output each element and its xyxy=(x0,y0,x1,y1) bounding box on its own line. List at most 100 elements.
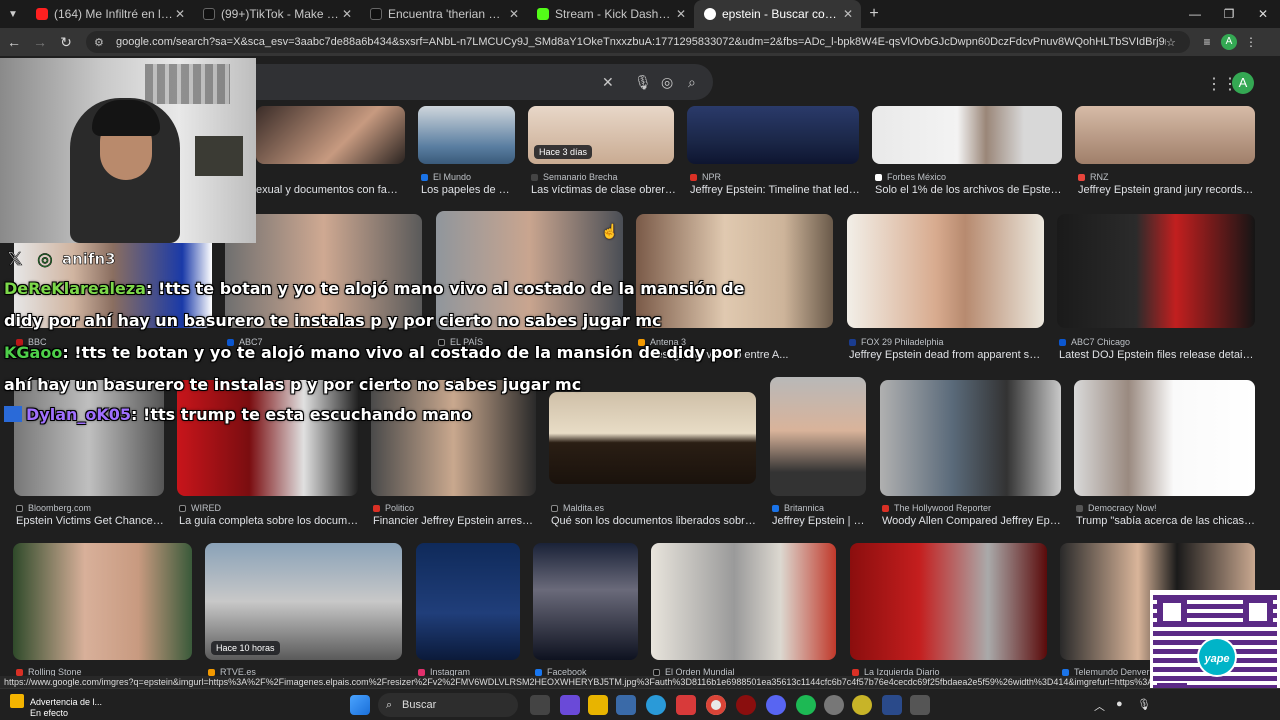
result-source: Britannica xyxy=(772,503,824,513)
image-result[interactable] xyxy=(533,543,638,660)
result-title[interactable]: Jeffrey Epstein | D... xyxy=(772,515,867,527)
result-source: NPR xyxy=(690,172,721,182)
restore-icon[interactable]: ❐ xyxy=(1212,7,1246,21)
image-result[interactable] xyxy=(13,543,192,660)
image-result[interactable] xyxy=(549,392,756,484)
image-result[interactable] xyxy=(1057,214,1255,328)
result-title[interactable]: Financier Jeffrey Epstein arrested ... xyxy=(373,515,536,527)
result-source: El Orden Mundial xyxy=(653,667,735,676)
chrome-icon[interactable] xyxy=(706,695,726,715)
image-result[interactable] xyxy=(847,214,1044,328)
reading-list-icon[interactable]: ≡ xyxy=(1196,35,1218,49)
url-text[interactable]: google.com/search?sa=X&sca_esv=3aabc7de8… xyxy=(116,36,1166,48)
microphone-icon[interactable]: 🎙 xyxy=(1137,698,1151,711)
back-icon[interactable]: ← xyxy=(2,34,26,50)
image-result[interactable] xyxy=(880,380,1061,496)
file-explorer-icon[interactable] xyxy=(588,695,608,715)
result-title[interactable]: Latest DOJ Epstein files release details… xyxy=(1059,349,1255,361)
wall-photos xyxy=(145,64,230,104)
reload-icon[interactable]: ↻ xyxy=(54,34,78,51)
address-bar[interactable]: ⚙ google.com/search?sa=X&sca_esv=3aabc7d… xyxy=(86,31,1190,53)
start-windows-icon[interactable] xyxy=(350,695,370,715)
taskbar-search[interactable]: ⌕ Buscar xyxy=(378,693,518,717)
image-result[interactable] xyxy=(1074,380,1255,496)
tab-kick[interactable]: Stream - Kick Dashboard ✕ xyxy=(527,0,694,28)
new-tab-button[interactable]: + xyxy=(861,5,887,23)
forward-icon[interactable]: → xyxy=(28,34,52,50)
image-result[interactable] xyxy=(256,106,405,164)
result-title[interactable]: Epstein Victims Get Chance to ... xyxy=(16,515,164,527)
obs-icon[interactable] xyxy=(824,695,844,715)
clear-icon[interactable]: ✕ xyxy=(602,74,614,91)
tab-strip: ▼ (164) Me Infiltré en la Comunid ✕ (99+… xyxy=(0,0,1280,28)
result-title[interactable]: Solo el 1% de los archivos de Epstein se… xyxy=(875,184,1063,196)
result-title[interactable]: Woody Allen Compared Jeffrey Epstei... xyxy=(882,515,1062,527)
profile-avatar[interactable]: A xyxy=(1221,34,1237,50)
result-title[interactable]: Jeffrey Epstein grand jury records to r.… xyxy=(1078,184,1256,196)
store-icon[interactable] xyxy=(616,695,636,715)
time-badge: Hace 3 días xyxy=(534,145,593,159)
result-title[interactable]: Jeffrey Epstein dead from apparent suici… xyxy=(849,349,1045,361)
app-icon[interactable] xyxy=(882,695,902,715)
tray-chevron-icon[interactable]: ︿ xyxy=(1094,698,1105,714)
tab-tiktok[interactable]: (99+)TikTok - Make Your Day ✕ xyxy=(193,0,360,28)
result-title[interactable]: Jeffrey Epstein: Timeline that led to ..… xyxy=(690,184,860,196)
close-tab-icon[interactable]: ✕ xyxy=(841,7,855,21)
app-icon[interactable] xyxy=(676,695,696,715)
close-tab-icon[interactable]: ✕ xyxy=(674,7,688,21)
result-title[interactable]: exual y documentos con famos... xyxy=(256,184,406,196)
result-title[interactable]: Trump "sabía acerca de las chicas": cr..… xyxy=(1076,515,1256,527)
microphone-icon[interactable]: 🎙 xyxy=(634,74,652,91)
image-result[interactable] xyxy=(418,106,515,164)
result-title[interactable]: La guía completa sobre los documento... xyxy=(179,515,359,527)
tab-youtube[interactable]: (164) Me Infiltré en la Comunid ✕ xyxy=(26,0,193,28)
copilot-icon[interactable] xyxy=(560,695,580,715)
warning-icon xyxy=(10,694,24,708)
result-title[interactable]: Qué son los documentos liberados sobre J… xyxy=(551,515,757,527)
site-info-icon[interactable]: ⚙ xyxy=(94,36,110,49)
bookmark-star-icon[interactable]: ☆ xyxy=(1166,36,1182,49)
close-tab-icon[interactable]: ✕ xyxy=(340,7,354,21)
tab-google[interactable]: epstein - Buscar con Google ✕ xyxy=(694,0,861,28)
tray-app-icon[interactable]: ● xyxy=(1116,698,1123,710)
close-window-icon[interactable]: ✕ xyxy=(1246,7,1280,21)
browser-toolbar: ← → ↻ ⚙ google.com/search?sa=X&sca_esv=3… xyxy=(0,28,1280,56)
image-result[interactable] xyxy=(416,543,520,660)
result-source: RTVE.es xyxy=(208,667,256,676)
image-result[interactable] xyxy=(651,543,836,660)
image-result[interactable] xyxy=(872,106,1062,164)
search-icon[interactable]: ⌕ xyxy=(688,74,696,91)
minimize-icon[interactable]: — xyxy=(1178,7,1212,21)
discord-icon[interactable] xyxy=(766,695,786,715)
app-icon[interactable] xyxy=(736,695,756,715)
task-view-icon[interactable] xyxy=(530,695,550,715)
image-result[interactable] xyxy=(1075,106,1255,164)
time-badge: Hace 10 horas xyxy=(211,641,280,655)
image-result[interactable]: Hace 3 días xyxy=(528,106,674,164)
image-result[interactable] xyxy=(770,377,866,496)
settings-icon[interactable] xyxy=(910,695,930,715)
image-result[interactable] xyxy=(850,543,1047,660)
youtube-icon xyxy=(36,8,48,20)
result-title[interactable]: Las víctimas de clase obrera d... xyxy=(531,184,676,196)
mouse-cursor-icon: ☝ xyxy=(601,223,619,239)
tab-tiktok-search[interactable]: Encuentra 'therian en lima' en T ✕ xyxy=(360,0,527,28)
edge-icon[interactable] xyxy=(646,695,666,715)
result-title[interactable]: Los papeles de Ep... xyxy=(421,184,516,196)
spotify-icon[interactable] xyxy=(796,695,816,715)
menu-kebab-icon[interactable]: ⋮ xyxy=(1240,35,1262,49)
tiktok-icon xyxy=(203,8,215,20)
close-tab-icon[interactable]: ✕ xyxy=(173,7,187,21)
image-result[interactable] xyxy=(687,106,859,164)
app-icon[interactable] xyxy=(852,695,872,715)
shelf xyxy=(195,136,243,176)
result-source: WIRED xyxy=(179,503,221,513)
account-avatar[interactable]: A xyxy=(1232,72,1254,94)
image-result[interactable]: Hace 10 horas xyxy=(205,543,402,660)
tab-search-icon[interactable]: ▼ xyxy=(0,9,26,20)
kick-icon xyxy=(537,8,549,20)
weather-widget[interactable]: Advertencia de l... En efecto xyxy=(10,694,102,719)
result-source: Facebook xyxy=(535,667,587,676)
lens-icon[interactable]: ◎ xyxy=(661,74,673,91)
close-tab-icon[interactable]: ✕ xyxy=(507,7,521,21)
